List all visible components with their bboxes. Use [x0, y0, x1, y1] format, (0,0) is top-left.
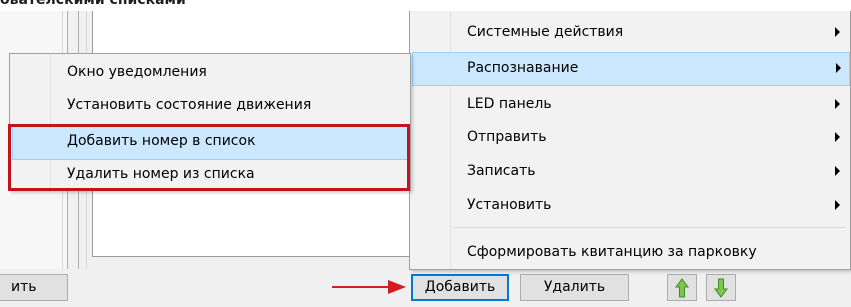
menu-item-led-panel[interactable]: LED панель	[412, 88, 848, 120]
arrow-up-icon	[675, 278, 689, 298]
submenu-item-label: Установить состояние движения	[67, 97, 312, 113]
move-down-button[interactable]	[706, 274, 736, 301]
context-menu: Системные действия Распознавание LED пан…	[409, 11, 851, 270]
menu-separator	[454, 227, 846, 228]
submenu-item-notification-window[interactable]: Окно уведомления	[12, 56, 408, 89]
menu-item-send[interactable]: Отправить	[412, 121, 848, 153]
submenu-item-set-movement-state[interactable]: Установить состояние движения	[12, 89, 408, 122]
submenu-arrow-icon	[835, 99, 840, 109]
arrow-down-icon	[714, 278, 728, 298]
submenu-arrow-icon	[835, 200, 840, 210]
menu-item-label: Сформировать квитанцию за парковку	[467, 244, 757, 260]
menu-item-parking-receipt[interactable]: Сформировать квитанцию за парковку	[412, 236, 848, 268]
left-panel-button[interactable]: ить	[0, 274, 68, 301]
annotation-arrow-shaft	[332, 286, 392, 288]
submenu-arrow-icon	[836, 63, 841, 73]
annotation-highlight-box	[8, 124, 410, 191]
menu-item-label: Записать	[467, 163, 536, 179]
annotation-arrow-icon	[388, 280, 406, 294]
menu-item-recognition[interactable]: Распознавание	[412, 52, 850, 86]
delete-button[interactable]: Удалить	[520, 274, 629, 301]
submenu-arrow-icon	[835, 132, 840, 142]
menu-item-label: Распознавание	[467, 60, 579, 76]
move-up-button[interactable]	[667, 274, 697, 301]
page-heading: ователскими списками	[0, 0, 186, 8]
menu-item-write[interactable]: Записать	[412, 155, 848, 187]
menu-item-label: Установить	[467, 197, 552, 213]
add-button[interactable]: Добавить	[411, 274, 509, 301]
menu-item-label: Системные действия	[467, 24, 624, 40]
submenu-item-label: Окно уведомления	[67, 64, 207, 80]
menu-item-label: LED панель	[467, 96, 552, 112]
menu-item-label: Отправить	[467, 129, 547, 145]
menu-item-set[interactable]: Установить	[412, 189, 848, 221]
menu-item-system-actions[interactable]: Системные действия	[412, 16, 848, 48]
submenu-arrow-icon	[835, 27, 840, 37]
submenu-arrow-icon	[835, 166, 840, 176]
